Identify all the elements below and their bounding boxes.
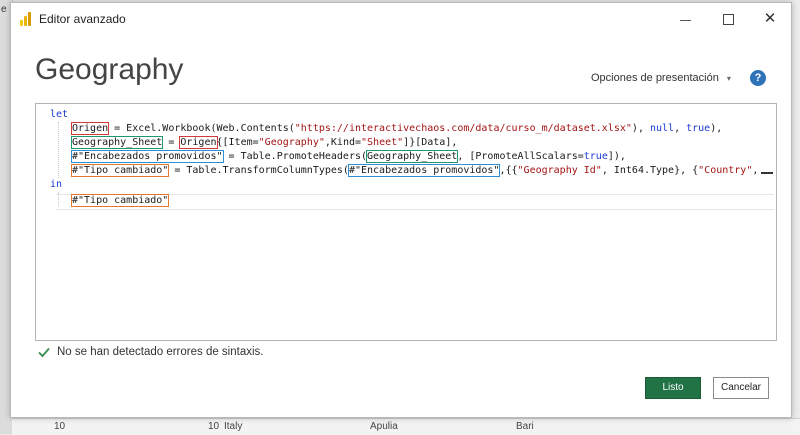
string-literal: "Country" xyxy=(698,165,753,176)
close-button[interactable]: ✕ xyxy=(753,7,787,31)
step-name-tipo-cambiado: #"Tipo cambiado" xyxy=(70,164,170,177)
background-cell: Bari xyxy=(516,421,534,432)
code-line-1: let xyxy=(50,108,68,122)
step-name-origen: Origen xyxy=(70,122,110,135)
code-line-7: #"Tipo cambiado" xyxy=(70,194,170,208)
title-bar[interactable]: Editor avanzado ✕ xyxy=(11,3,791,35)
code-token: , xyxy=(752,165,759,176)
close-icon: ✕ xyxy=(763,10,777,27)
display-options-dropdown[interactable]: Opciones de presentación ▾ xyxy=(591,72,731,84)
keyword: true xyxy=(583,151,608,162)
string-literal: "Geography Id" xyxy=(517,165,602,176)
code-token: ]), xyxy=(607,151,626,162)
code-editor[interactable]: let Origen = Excel.Workbook(Web.Contents… xyxy=(35,103,777,341)
keyword: in xyxy=(50,179,63,190)
code-token: = Table.TransformColumnTypes( xyxy=(168,165,349,176)
code-line-3: Geography_Sheet = Origen{[Item="Geograph… xyxy=(70,136,458,150)
code-token: ,{{ xyxy=(499,165,518,176)
maximize-icon xyxy=(723,14,734,25)
display-options-label: Opciones de presentación xyxy=(591,72,719,84)
string-literal: "Geography" xyxy=(258,137,325,148)
chevron-down-icon: ▾ xyxy=(726,74,731,83)
maximize-button[interactable] xyxy=(711,7,745,31)
keyword: let xyxy=(50,109,69,120)
advanced-editor-dialog: Editor avanzado ✕ Geography Opciones de … xyxy=(10,2,792,418)
background-table-row: 10 10 Italy Apulia Bari xyxy=(12,418,800,435)
syntax-status-text: No se han detectado errores de sintaxis. xyxy=(57,346,264,358)
minimize-button[interactable] xyxy=(669,7,703,31)
background-letter: e xyxy=(1,4,7,15)
code-token: ), xyxy=(710,123,723,134)
done-button[interactable]: Listo xyxy=(645,377,701,399)
step-reference-tipo-cambiado: #"Tipo cambiado" xyxy=(70,194,170,207)
code-token: = Table.PromoteHeaders( xyxy=(222,151,368,162)
cancel-button[interactable]: Cancelar xyxy=(713,377,769,399)
keyword: null xyxy=(649,123,675,134)
help-icon[interactable]: ? xyxy=(750,70,766,86)
string-literal: "https://interactivechaos.com/data/curso… xyxy=(294,123,632,134)
step-reference-geography-sheet: Geography_Sheet xyxy=(366,150,459,163)
code-token: ,Kind= xyxy=(324,137,362,148)
indent-guide xyxy=(58,122,60,178)
step-name-geography-sheet: Geography_Sheet xyxy=(70,136,164,149)
code-line-2: Origen = Excel.Workbook(Web.Contents("ht… xyxy=(70,122,723,136)
overflow-marker xyxy=(761,172,773,174)
minimize-icon xyxy=(680,20,691,21)
indent-guide xyxy=(58,192,60,206)
code-token: ), xyxy=(631,123,650,134)
code-token: = Excel.Workbook(Web.Contents( xyxy=(108,123,295,134)
background-cell: Apulia xyxy=(370,421,398,432)
code-line-4: #"Encabezados promovidos" = Table.Promot… xyxy=(71,150,626,164)
code-token: {[Item= xyxy=(216,137,259,148)
code-token: , [PromoteAllScalars= xyxy=(457,151,584,162)
window-title: Editor avanzado xyxy=(39,12,126,26)
query-name-title: Geography xyxy=(35,53,184,86)
background-cell: 10 xyxy=(208,421,220,432)
code-token: ]}[Data], xyxy=(403,137,458,148)
code-token: , xyxy=(674,123,687,134)
string-literal: "Sheet" xyxy=(361,137,404,148)
text-cursor xyxy=(168,194,170,206)
keyword: true xyxy=(686,123,711,134)
checkmark-icon xyxy=(38,347,50,358)
code-token: , Int64.Type}, { xyxy=(601,165,699,176)
code-line-6: in xyxy=(50,178,62,192)
step-reference-encabezados-promovidos: #"Encabezados promovidos" xyxy=(347,164,501,177)
step-name-encabezados-promovidos: #"Encabezados promovidos" xyxy=(71,150,224,163)
code-token: = xyxy=(162,137,181,148)
background-cell: Italy xyxy=(224,421,243,432)
power-bi-icon xyxy=(19,12,33,26)
code-line-5: #"Tipo cambiado" = Table.TransformColumn… xyxy=(70,164,759,178)
step-reference-origen: Origen xyxy=(179,136,218,149)
background-cell: 10 xyxy=(54,421,66,432)
